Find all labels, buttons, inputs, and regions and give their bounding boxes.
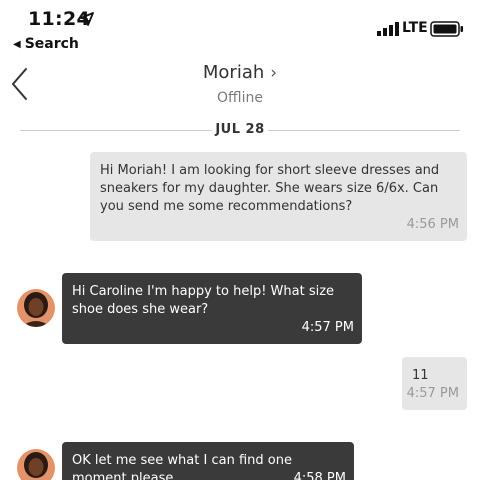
message-bubble-outgoing[interactable]: 11 4:57 PM (402, 357, 467, 410)
message-bubble-incoming[interactable]: OK let me see what I can find one moment… (62, 442, 354, 480)
chevron-right-icon: › (270, 63, 278, 83)
signal-bars-icon (377, 22, 399, 36)
presence-status: Offline (217, 90, 263, 106)
message-text: Hi Caroline I'm happy to help! What size… (72, 284, 335, 317)
contact-name-button[interactable]: Moriah › (0, 62, 480, 83)
network-type: LTE (402, 20, 428, 36)
avatar-image (17, 289, 55, 327)
avatar[interactable] (17, 449, 55, 480)
back-to-app-link[interactable]: ◀ Search (13, 36, 79, 52)
avatar-image (17, 449, 55, 480)
message-time: 4:57 PM (406, 386, 459, 401)
avatar[interactable] (17, 289, 55, 327)
message-bubble-incoming[interactable]: Hi Caroline I'm happy to help! What size… (62, 273, 362, 344)
message-time: 4:58 PM (293, 471, 346, 480)
message-time: 4:56 PM (406, 217, 459, 232)
message-text: 11 (412, 368, 429, 383)
message-bubble-outgoing[interactable]: Hi Moriah! I am looking for short sleeve… (90, 152, 467, 241)
location-arrow-icon (80, 12, 94, 26)
back-app-label: Search (24, 36, 79, 52)
status-bar: 11:24 ◀ Search LTE (0, 0, 480, 58)
message-time: 4:57 PM (301, 320, 354, 335)
date-divider-right (268, 130, 460, 131)
message-text: Hi Moriah! I am looking for short sleeve… (100, 163, 440, 214)
back-triangle-icon: ◀ (13, 39, 21, 50)
contact-name: Moriah (202, 62, 265, 83)
battery-icon (430, 21, 463, 37)
